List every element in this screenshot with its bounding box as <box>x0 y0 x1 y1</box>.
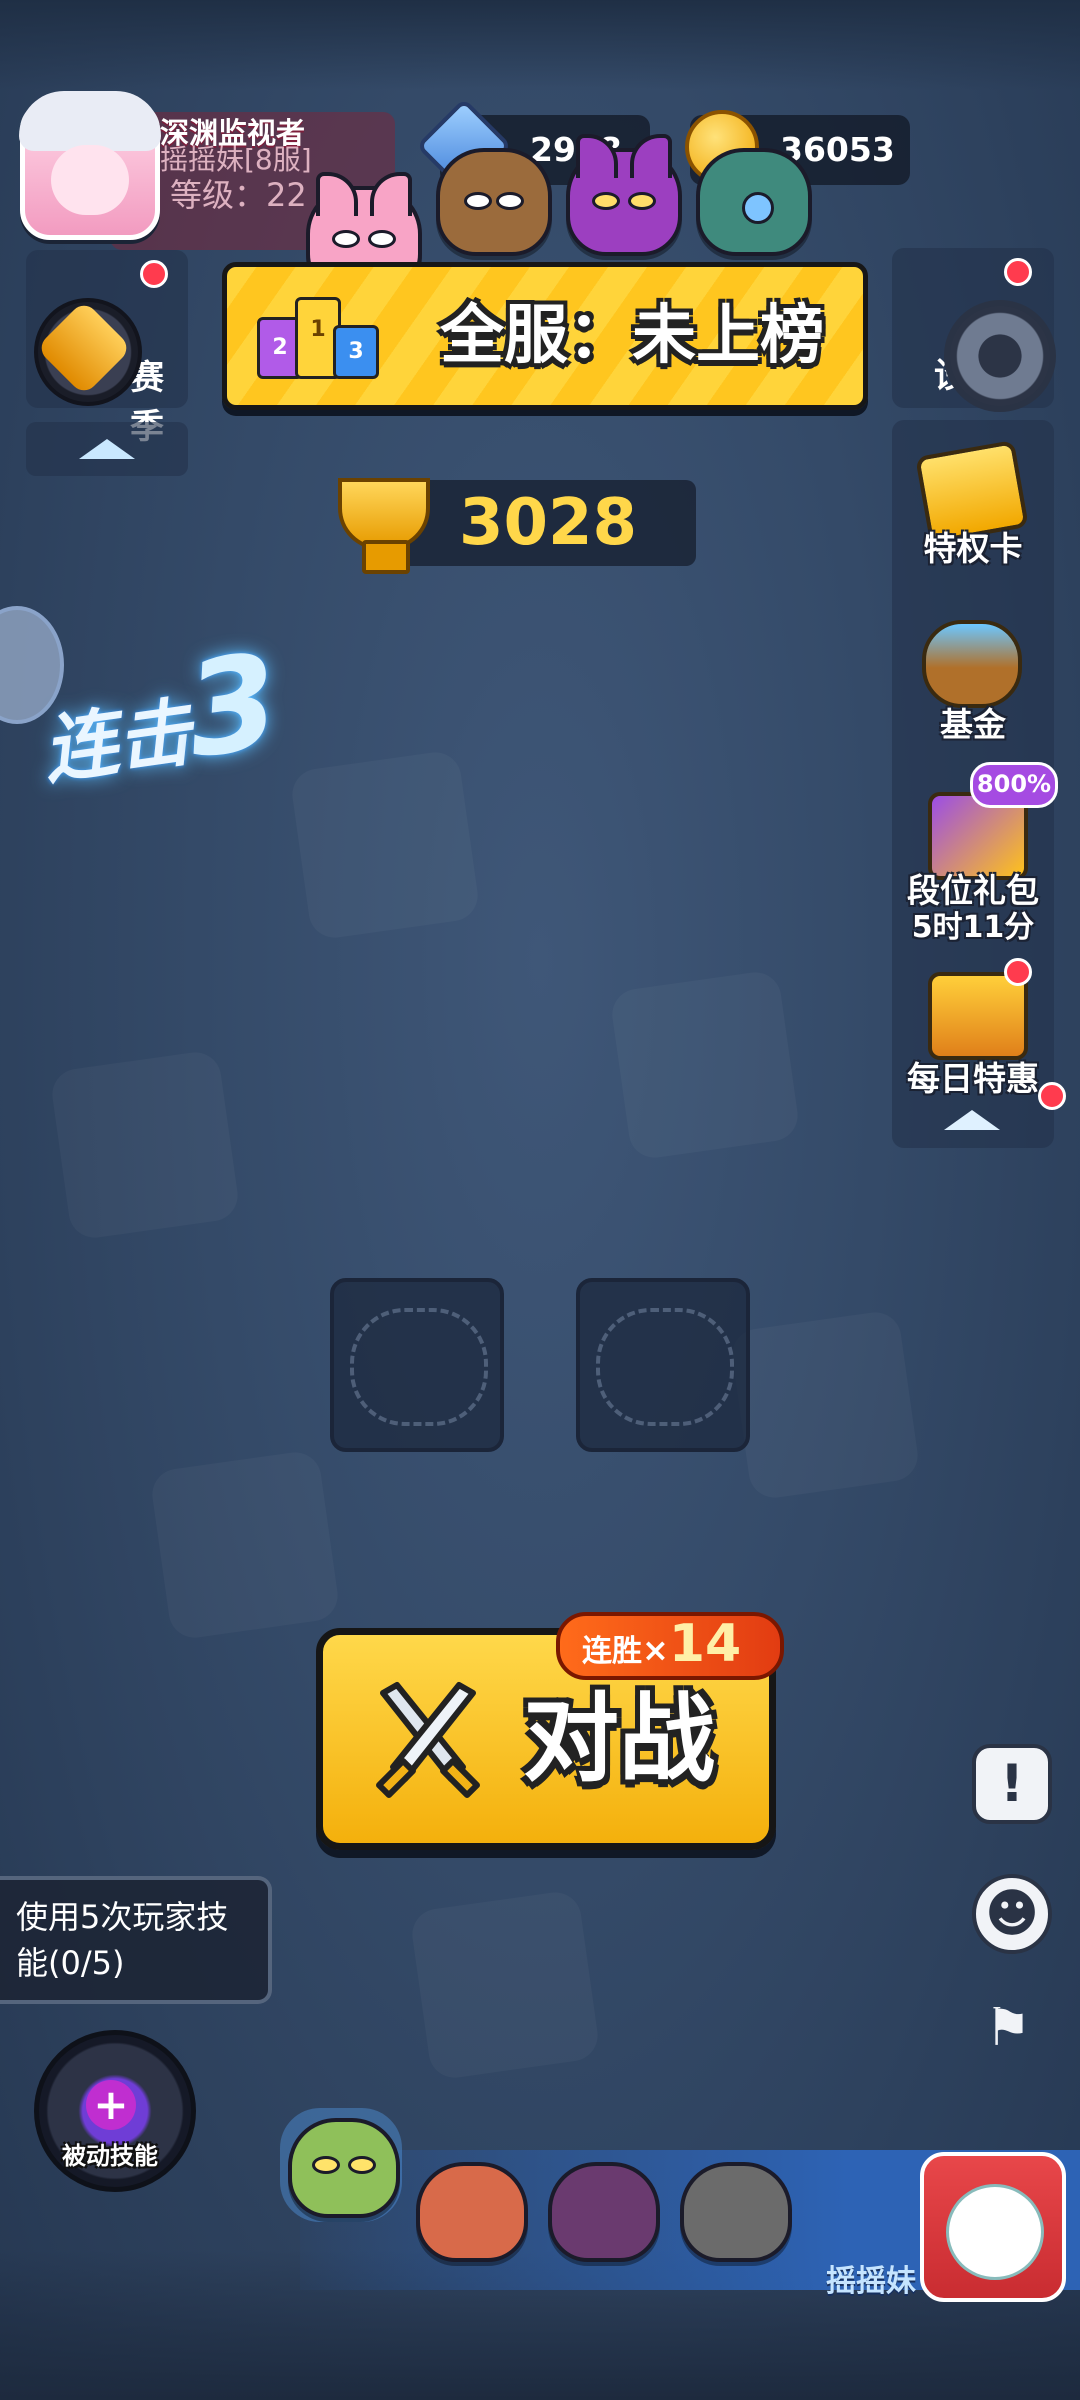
empty-card-slot[interactable] <box>330 1278 504 1452</box>
surrender-flag-icon[interactable]: ⚑ <box>972 1992 1044 2064</box>
background-tile <box>409 1889 601 2081</box>
slot-placeholder-icon <box>350 1308 488 1426</box>
task-text: 使用5次玩家技能(0/5) <box>16 1898 229 1982</box>
mascot-eye <box>742 192 774 224</box>
settings-gear-icon[interactable] <box>944 300 1056 412</box>
empty-card-slot[interactable] <box>576 1278 750 1452</box>
win-streak-badge: 连胜×14 <box>556 1612 784 1680</box>
player-avatar[interactable] <box>19 91 161 240</box>
streak-count: 14 <box>668 1614 742 1674</box>
avatar-face <box>51 145 129 215</box>
podium-third: 3 <box>333 325 379 379</box>
mascot-eye <box>592 192 620 210</box>
fund-label: 基金 <box>940 705 1006 744</box>
team-mascot-fox-icon[interactable] <box>566 134 682 256</box>
team-mascot-lion-icon[interactable] <box>436 148 552 256</box>
opponent-snowman-avatar[interactable] <box>920 2152 1066 2302</box>
trophy-base-icon <box>362 540 410 574</box>
hero-frog-clown-icon[interactable] <box>288 2118 400 2218</box>
server-rank-text: 全服：未上榜 <box>440 299 824 373</box>
background-tile <box>729 1309 921 1501</box>
task-tooltip[interactable]: 使用5次玩家技能(0/5) <box>0 1876 272 2004</box>
snowman-face-icon <box>946 2184 1044 2280</box>
emote-icon[interactable]: ☻ <box>972 1874 1052 1954</box>
hero-fox-helmet-icon[interactable] <box>416 2162 528 2262</box>
chevron-up-icon <box>79 439 135 459</box>
streak-multiplier-sign: × <box>642 1631 669 1669</box>
combo-effect: 连击3 <box>31 624 288 808</box>
mascot-eye <box>464 192 492 210</box>
notification-dot <box>1004 258 1032 286</box>
add-skill-plus-icon: + <box>86 2080 136 2130</box>
mascot-eye <box>348 2156 376 2174</box>
mascot-eye <box>496 192 524 210</box>
notification-dot <box>140 260 168 288</box>
server-rank-banner[interactable]: 2 1 3 全服：未上榜 <box>222 262 868 410</box>
team-mascot-knight-icon[interactable] <box>696 148 812 256</box>
daily-deal-label: 每日特惠 <box>907 1059 1039 1098</box>
avatar-hood <box>19 91 161 151</box>
collapse-right-panel-chevron-icon[interactable] <box>944 1110 1000 1130</box>
hero-goblin-icon[interactable] <box>548 2162 660 2262</box>
notification-dot <box>1038 1082 1066 1110</box>
rank-gift-pack-timer: 5时11分 <box>911 910 1035 945</box>
alert-icon[interactable]: ! <box>972 1744 1052 1824</box>
background-tile <box>49 1049 241 1241</box>
top-fade <box>0 0 1080 90</box>
crossed-swords-icon <box>376 1682 480 1798</box>
mascot-eye <box>628 192 656 210</box>
mascot-eye <box>312 2156 340 2174</box>
slot-placeholder-icon <box>596 1308 734 1426</box>
discount-badge: 800% <box>970 762 1058 808</box>
profile-level: 等级：22 <box>170 176 307 214</box>
streak-label: 连胜 <box>582 1634 642 1669</box>
notification-dot <box>1004 958 1032 986</box>
mascot-eye <box>332 230 360 248</box>
hero-rock-golem-icon[interactable] <box>680 2162 792 2262</box>
bottom-player-name: 摇摇妹 <box>826 2264 916 2299</box>
trophy-count: 3028 <box>458 486 638 560</box>
fund-moneybag-icon[interactable] <box>922 620 1022 708</box>
combo-text: 连击 <box>37 689 197 795</box>
privilege-card-label: 特权卡 <box>923 529 1023 568</box>
collapse-left-panel-button[interactable] <box>26 422 188 476</box>
background-tile <box>609 969 801 1161</box>
mascot-eye <box>368 230 396 248</box>
background-tile <box>149 1449 341 1641</box>
background-tile <box>289 749 481 941</box>
passive-skill-label: 被动技能 <box>62 2142 158 2170</box>
